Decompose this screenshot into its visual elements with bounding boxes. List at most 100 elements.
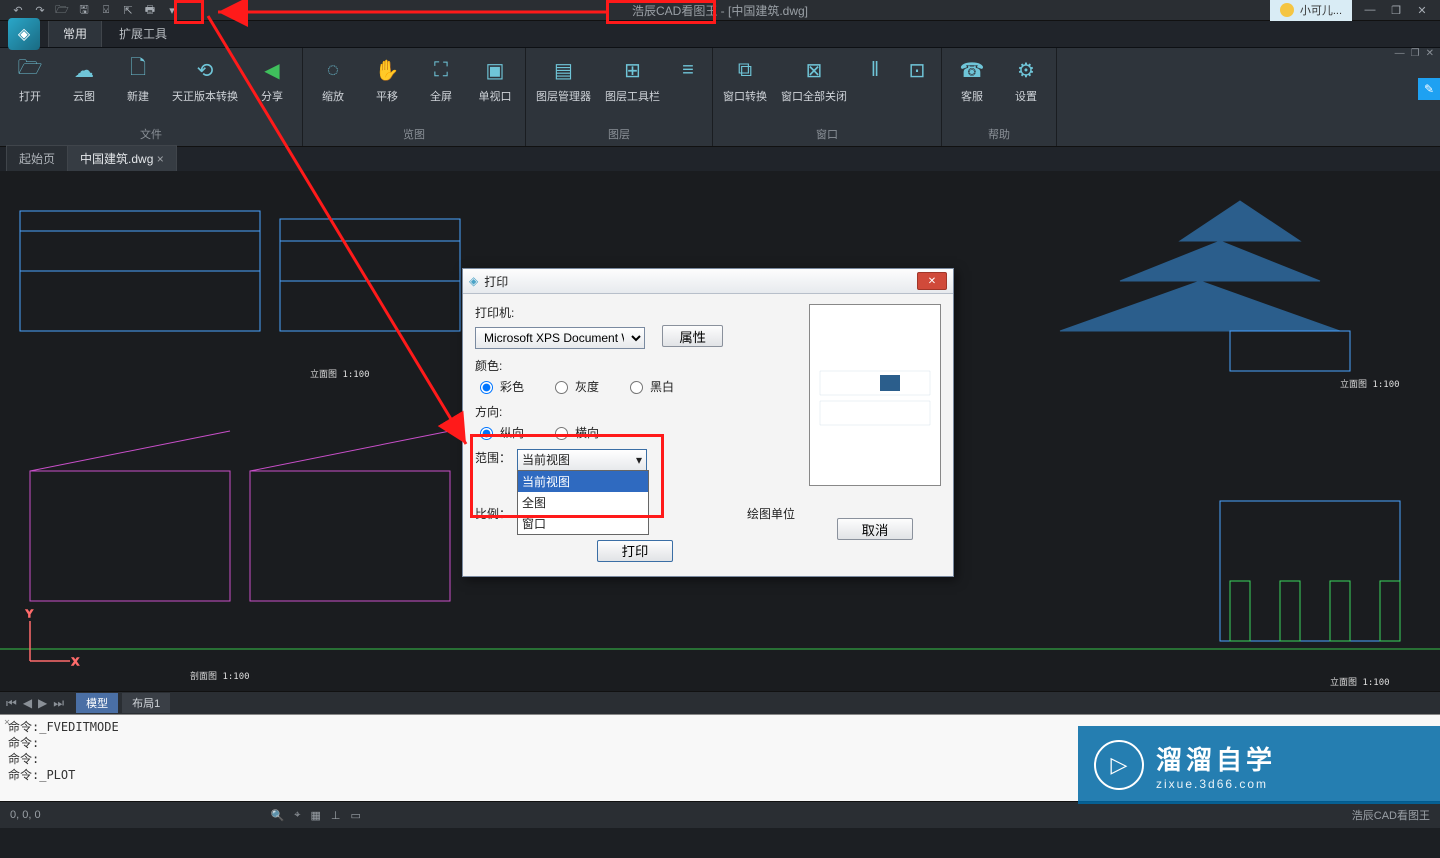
- range-combobox[interactable]: 当前视图▾ 当前视图 全图 窗口: [517, 449, 647, 471]
- dialog-close-button[interactable]: ✕: [917, 272, 947, 290]
- tab-extend[interactable]: 扩展工具: [104, 19, 182, 47]
- doc-tab-start[interactable]: 起始页: [6, 145, 68, 171]
- tab-prev-icon[interactable]: ◀: [23, 696, 32, 711]
- color-label: 颜色:: [475, 357, 795, 374]
- fullscreen-icon: ⛶: [427, 56, 455, 84]
- print-icon[interactable]: 🖶: [142, 2, 158, 18]
- saveas-icon[interactable]: ⍌: [98, 2, 114, 18]
- tab-first-icon[interactable]: ⏮: [6, 696, 17, 711]
- ribbon-group-view: ◌缩放 ✋平移 ⛶全屏 ▣单视口 览图: [303, 48, 526, 146]
- tab-layout1[interactable]: 布局1: [122, 693, 170, 713]
- btn-share[interactable]: ◀分享: [248, 52, 296, 108]
- title-app-name: 浩辰CAD看图王: [632, 4, 717, 18]
- watermark-banner: ▷ 溜溜自学 zixue.3d66.com: [1078, 726, 1440, 804]
- tab-common[interactable]: 常用: [48, 19, 102, 47]
- ribbon-group-window-label: 窗口: [719, 124, 935, 146]
- btn-support[interactable]: ☎客服: [948, 52, 996, 108]
- btn-win-extra2[interactable]: ⊡: [899, 52, 935, 88]
- btn-settings[interactable]: ⚙设置: [1002, 52, 1050, 108]
- align-icon: ‖: [861, 56, 889, 84]
- btn-layer-manager[interactable]: ▤图层管理器: [532, 52, 595, 108]
- export-icon[interactable]: ⇱: [120, 2, 136, 18]
- document-tabs: 起始页 中国建筑.dwg ×: [0, 147, 1440, 171]
- radio-landscape-input[interactable]: [555, 427, 568, 440]
- btn-pan[interactable]: ✋平移: [363, 52, 411, 108]
- btn-open[interactable]: 🗁打开: [6, 52, 54, 108]
- layer-tools-icon: ⊞: [619, 56, 647, 84]
- btn-window-close-all[interactable]: ⊠窗口全部关闭: [777, 52, 851, 108]
- minimize-icon[interactable]: —: [1362, 2, 1378, 18]
- printer-label: 打印机:: [475, 304, 795, 321]
- feedback-tab[interactable]: ✎: [1418, 78, 1440, 100]
- doc-tab-file[interactable]: 中国建筑.dwg ×: [67, 145, 177, 171]
- print-button[interactable]: 打印: [597, 540, 674, 562]
- tab-model[interactable]: 模型: [76, 693, 118, 713]
- btn-zoom[interactable]: ◌缩放: [309, 52, 357, 108]
- tab-next-icon[interactable]: ▶: [38, 696, 47, 711]
- app-title: 浩辰CAD看图王 - [中国建筑.dwg]: [632, 2, 808, 19]
- status-bar: 0, 0, 0 🔍 ⌖ ▦ ⊥ ▭ 浩辰CAD看图王: [0, 801, 1440, 828]
- title-file-name: - [中国建筑.dwg]: [717, 4, 808, 18]
- cmdline-close-icon[interactable]: ×: [4, 717, 10, 728]
- title-bar: ↶ ↷ 🗁 🖫 ⍌ ⇱ 🖶 ▾ 浩辰CAD看图王 - [中国建筑.dwg] 小可…: [0, 0, 1440, 21]
- btn-cloud[interactable]: ☁云图: [60, 52, 108, 108]
- status-grid-icon[interactable]: ▦: [310, 809, 320, 822]
- child-restore-icon[interactable]: ❐: [1411, 48, 1420, 59]
- ribbon-group-window: ⧉窗口转换 ⊠窗口全部关闭 ‖ ⊡ 窗口: [713, 48, 942, 146]
- range-opt-current[interactable]: 当前视图: [518, 471, 648, 492]
- status-rect-icon[interactable]: ▭: [350, 809, 360, 822]
- range-opt-window[interactable]: 窗口: [518, 513, 648, 534]
- cancel-button[interactable]: 取消: [837, 518, 914, 540]
- status-zoom-icon[interactable]: 🔍: [271, 809, 285, 822]
- undo-arrow-icon[interactable]: ↶: [10, 2, 26, 18]
- radio-color-input[interactable]: [480, 381, 493, 394]
- status-brand: 浩辰CAD看图王: [1352, 807, 1430, 823]
- tab-last-icon[interactable]: ⏭: [53, 696, 64, 711]
- btn-new[interactable]: 🗋新建: [114, 52, 162, 108]
- print-preview: [809, 304, 941, 486]
- close-window-icon[interactable]: ✕: [1414, 2, 1430, 18]
- btn-layer-extra[interactable]: ≡: [670, 52, 706, 88]
- folder-open-icon: 🗁: [16, 56, 44, 84]
- status-snap-icon[interactable]: ⌖: [294, 809, 300, 822]
- radio-landscape[interactable]: 横向: [550, 424, 599, 441]
- watermark-url: zixue.3d66.com: [1156, 777, 1276, 791]
- cloud-icon: ☁: [70, 56, 98, 84]
- window-controls: 小可儿... — ❐ ✕: [1270, 0, 1440, 21]
- maximize-icon[interactable]: ❐: [1388, 2, 1404, 18]
- redo-arrow-icon[interactable]: ↷: [32, 2, 48, 18]
- range-label: 范围：: [475, 449, 511, 466]
- dialog-titlebar[interactable]: ◈ 打印 ✕: [463, 269, 953, 294]
- radio-gray[interactable]: 灰度: [550, 378, 599, 395]
- window-switch-icon: ⧉: [731, 56, 759, 84]
- user-badge[interactable]: 小可儿...: [1270, 0, 1352, 21]
- radio-portrait-input[interactable]: [480, 427, 493, 440]
- radio-portrait[interactable]: 纵向: [475, 424, 524, 441]
- scale-label: 比例：: [475, 505, 511, 522]
- btn-window-switch[interactable]: ⧉窗口转换: [719, 52, 771, 108]
- tab-close-icon[interactable]: ×: [157, 152, 164, 166]
- qa-dropdown-icon[interactable]: ▾: [164, 2, 180, 18]
- radio-color[interactable]: 彩色: [475, 378, 524, 395]
- ribbon-group-help: ☎客服 ⚙设置 帮助: [942, 48, 1057, 146]
- status-ortho-icon[interactable]: ⊥: [331, 809, 341, 822]
- printer-select[interactable]: Microsoft XPS Document Writer: [475, 327, 645, 349]
- radio-bw[interactable]: 黑白: [625, 378, 674, 395]
- btn-tz-convert[interactable]: ⟲天正版本转换: [168, 52, 242, 108]
- child-close-icon[interactable]: ✕: [1426, 48, 1434, 59]
- open-folder-icon[interactable]: 🗁: [54, 2, 70, 18]
- play-circle-icon: ▷: [1094, 740, 1144, 790]
- ribbon-group-help-label: 帮助: [948, 124, 1050, 146]
- child-minimize-icon[interactable]: —: [1395, 48, 1405, 59]
- properties-button[interactable]: 属性: [662, 325, 723, 347]
- radio-bw-input[interactable]: [630, 381, 643, 394]
- radio-gray-input[interactable]: [555, 381, 568, 394]
- ribbon-group-file: 🗁打开 ☁云图 🗋新建 ⟲天正版本转换 ◀分享 文件: [0, 48, 303, 146]
- range-opt-all[interactable]: 全图: [518, 492, 648, 513]
- save-icon[interactable]: 🖫: [76, 2, 92, 18]
- btn-fullscreen[interactable]: ⛶全屏: [417, 52, 465, 108]
- btn-single-viewport[interactable]: ▣单视口: [471, 52, 519, 108]
- btn-win-extra1[interactable]: ‖: [857, 52, 893, 88]
- btn-layer-tools[interactable]: ⊞图层工具栏: [601, 52, 664, 108]
- app-logo-icon[interactable]: ◈: [8, 18, 40, 50]
